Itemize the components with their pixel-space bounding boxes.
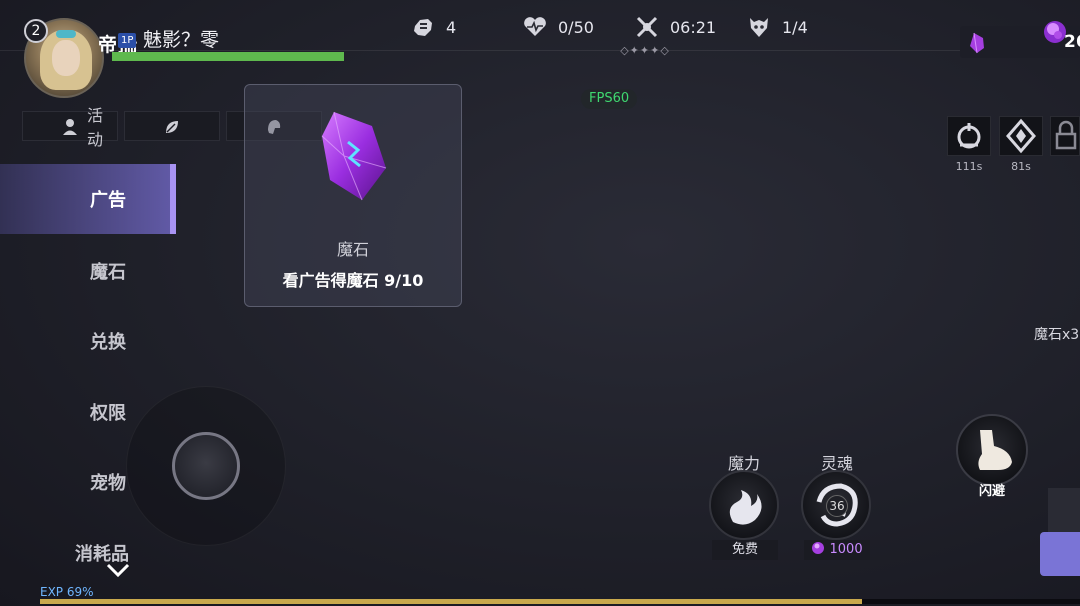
card-description: 看广告得魔石 9/10 — [282, 271, 424, 290]
menu-item-ads[interactable]: 广告 — [0, 164, 176, 234]
tab-activity[interactable]: 活动 — [22, 106, 118, 149]
stat-power-value: 4 — [446, 17, 457, 37]
soul-skill-cost-value: 1000 — [829, 542, 863, 557]
exp-bar — [40, 599, 1080, 604]
tab-activity-label: 活动 — [87, 106, 104, 149]
reward-notice: 魔石x3 — [1034, 327, 1080, 343]
ability-slot-1[interactable] — [947, 116, 991, 156]
ability-slot-1-timer: 111s — [955, 160, 983, 173]
side-panel-handle[interactable] — [1048, 488, 1080, 532]
magic-stone-icon — [321, 111, 387, 201]
person-icon — [63, 119, 77, 135]
joystick-knob[interactable] — [172, 432, 240, 500]
mana-skill-button[interactable] — [709, 470, 779, 540]
stat-kills-value: 1/4 — [782, 17, 808, 37]
dodge-label: 闪避 — [978, 484, 1005, 499]
exp-bar-fill — [40, 599, 862, 604]
stat-kills: 1/4 — [746, 14, 808, 40]
spirit-swirl-icon — [729, 490, 762, 525]
crystal-shard-icon — [1006, 118, 1036, 154]
menu-item-exchange-label: 兑换 — [90, 332, 126, 353]
stat-hp-value: 0/50 — [558, 17, 594, 37]
menu-item-exchange[interactable]: 兑换 — [0, 306, 176, 376]
menu-item-consumables[interactable]: 消耗品 — [0, 518, 176, 588]
vortex-icon — [957, 123, 981, 149]
fps-counter: FPS60 — [581, 89, 638, 109]
menu-item-permissions-label: 权限 — [90, 403, 126, 424]
stat-power: 4 — [410, 14, 456, 40]
ability-slot-2-timer: 81s — [1011, 160, 1031, 173]
card-title: 魔石 — [336, 240, 369, 259]
menu-item-ads-label: 广告 — [90, 190, 126, 211]
ability-slot-locked[interactable] — [1050, 116, 1080, 156]
exp-label: EXP 69% — [40, 585, 94, 599]
menu-item-magic-stone[interactable]: 魔石 — [0, 236, 176, 306]
side-action-button[interactable] — [1040, 532, 1080, 576]
dodge-button[interactable] — [956, 414, 1028, 486]
soul-skill-cost: 1000 — [804, 540, 870, 560]
top-ornament: ◇✦✦✦◇ — [620, 44, 670, 57]
player-name: 魅影？零 — [143, 29, 220, 51]
ability-slot-2[interactable] — [999, 116, 1043, 156]
stat-timer: 06:21 — [634, 14, 716, 40]
player-level-badge: 2 — [24, 19, 48, 43]
fist-icon — [410, 14, 436, 40]
menu-item-pets-label: 宠物 — [90, 473, 126, 494]
player-slot-badge: 1P — [118, 33, 137, 48]
soul-skill-count: 36 — [826, 495, 848, 517]
foot-icon — [978, 430, 1012, 470]
mana-skill-cost: 免费 — [712, 540, 778, 560]
stat-timer-value: 06:21 — [670, 17, 717, 37]
demon-mask-icon — [746, 14, 772, 40]
menu-item-magic-stone-label: 魔石 — [90, 262, 126, 283]
tab-leaf[interactable] — [124, 111, 220, 141]
gem-count: 26 — [1064, 32, 1080, 52]
player-hp-fill — [112, 52, 344, 61]
crossed-swords-icon — [634, 14, 660, 40]
gem-small-icon — [970, 32, 984, 54]
leaf-icon — [166, 121, 178, 133]
chevron-down-icon[interactable] — [106, 562, 130, 578]
lock-icon — [1055, 120, 1077, 150]
heart-icon — [522, 14, 548, 40]
player-hp-bar — [112, 52, 344, 61]
stat-hp: 0/50 — [522, 14, 594, 40]
gem-cost-icon — [812, 542, 825, 554]
